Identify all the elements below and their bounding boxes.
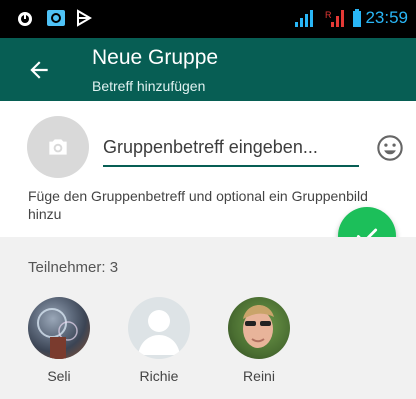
member-item[interactable]: Reini <box>219 297 299 384</box>
status-bar: R 23:59 <box>0 0 416 38</box>
alarm-icon <box>18 12 32 26</box>
page-title: Neue Gruppe <box>92 46 219 69</box>
participants-count: Teilnehmer: 3 <box>28 259 119 276</box>
media-icon <box>77 9 92 27</box>
app-icon <box>47 10 65 26</box>
svg-text:R: R <box>325 10 332 20</box>
avatar <box>28 297 90 359</box>
group-subject-input[interactable] <box>103 133 359 167</box>
participants-section: Teilnehmer: 3 Seli Richie Reini <box>0 237 416 399</box>
member-item[interactable]: Seli <box>19 297 99 384</box>
signal-icon <box>295 10 313 27</box>
group-photo-button[interactable] <box>27 116 89 178</box>
avatar <box>128 297 190 359</box>
roaming-signal-icon: R <box>325 10 344 27</box>
subject-hint-text: Füge den Gruppenbetreff und optional ein… <box>28 188 368 222</box>
app-bar: Neue Gruppe Betreff hinzufügen <box>0 38 416 101</box>
arrow-back-icon[interactable] <box>26 57 52 83</box>
member-name: Richie <box>139 368 179 384</box>
emoji-icon[interactable] <box>376 134 404 162</box>
avatar <box>228 297 290 359</box>
page-subtitle: Betreff hinzufügen <box>92 78 206 94</box>
camera-icon <box>49 139 67 155</box>
status-time: 23:59 <box>365 8 408 27</box>
member-item[interactable]: Richie <box>119 297 199 384</box>
member-name: Reini <box>243 368 275 384</box>
battery-icon <box>353 9 361 27</box>
member-name: Seli <box>47 368 71 384</box>
